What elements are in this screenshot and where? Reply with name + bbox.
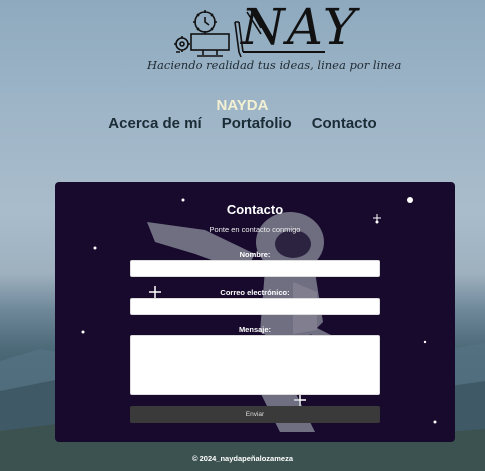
nav-link-portfolio[interactable]: Portafolio bbox=[222, 115, 292, 132]
nav-link-contact[interactable]: Contacto bbox=[312, 115, 377, 132]
main-nav: Acerca de mí Portafolio Contacto bbox=[0, 115, 485, 132]
site-brand-name[interactable]: NAYDA bbox=[0, 97, 485, 114]
name-label: Nombre: bbox=[239, 250, 271, 259]
message-label: Mensaje: bbox=[238, 325, 272, 334]
footer-copyright: © 2024_naydapeñalozameza bbox=[192, 454, 293, 463]
contact-subtitle: Ponte en contacto conmigo bbox=[209, 225, 301, 234]
nav-link-about[interactable]: Acerca de mí bbox=[108, 115, 201, 132]
logo-wordmark: NAY bbox=[241, 0, 358, 56]
site-logo[interactable]: NAY Haciendo realidad tus ideas, linea p… bbox=[145, 0, 401, 74]
email-label: Correo electrónico: bbox=[220, 288, 290, 297]
logo-tagline: Haciendo realidad tus ideas, linea por l… bbox=[147, 58, 402, 72]
contact-title: Contacto bbox=[226, 202, 284, 217]
submit-button[interactable]: Enviar bbox=[130, 406, 380, 423]
name-input[interactable] bbox=[130, 260, 380, 277]
contact-form: Contacto Ponte en contacto conmigo Nombr… bbox=[55, 182, 455, 442]
logo-underline bbox=[243, 51, 325, 53]
message-textarea[interactable] bbox=[130, 335, 380, 395]
email-input[interactable] bbox=[130, 298, 380, 315]
